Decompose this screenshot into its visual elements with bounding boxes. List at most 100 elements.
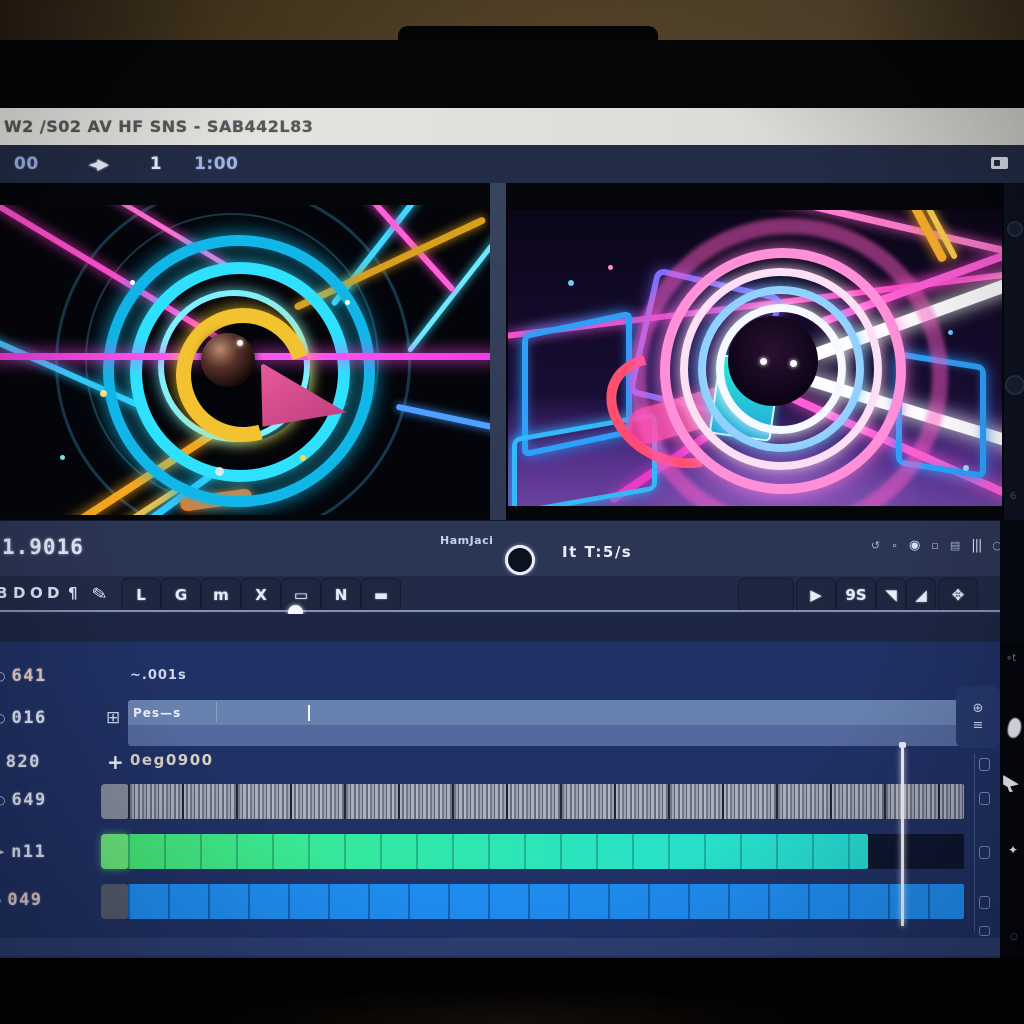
monitor-divider [490, 183, 506, 520]
track-label-2: 016 [11, 708, 46, 728]
bezel-knob-mid [1005, 375, 1024, 395]
right-bezel-strip: 6 [1004, 183, 1024, 520]
photo-of-screen: W2 /S02 AV HF SNS - SAB442L83 00 ◄▶ 1 1:… [0, 0, 1024, 1024]
square-icon[interactable]: ▫ [931, 540, 938, 551]
screen-bezel-top [0, 40, 1024, 108]
track-icon-2: ○ [0, 711, 5, 725]
track-row-label-5[interactable]: ➤ n11 [0, 842, 92, 862]
source-monitor-video[interactable] [0, 205, 490, 515]
video-track-swatch[interactable] [101, 784, 129, 819]
source-grid-icon[interactable]: ⊞ [106, 708, 120, 728]
track-label-5: n11 [11, 842, 46, 862]
video-track-clip[interactable] [128, 784, 964, 819]
tool-button-empty[interactable] [738, 578, 794, 612]
record-button[interactable] [505, 545, 535, 575]
track-row-label-3[interactable]: ⟩ 820 [0, 752, 92, 772]
tool-button-g[interactable]: G [161, 578, 201, 612]
transport-bar: 1.9016 HamJaci It T:5/s ↺ ∘ ◉ ▫ ▤ ||| ○ [0, 520, 1024, 577]
timeline-scale-label: ~.001s [130, 668, 187, 683]
timeline-ruler[interactable]: Pes—s [128, 700, 964, 746]
program-monitor-video[interactable] [508, 210, 1002, 506]
track-row-label-6[interactable]: ◗ 049 [0, 890, 92, 910]
playhead[interactable] [901, 748, 904, 926]
tool-button-l[interactable]: L [121, 578, 161, 612]
window-title: W2 /S02 AV HF SNS - SAB442L83 [4, 117, 313, 136]
add-circle-icon[interactable]: ⊕ [973, 702, 984, 715]
list-icon[interactable]: ≡ [973, 719, 984, 732]
tool-glyph-4[interactable]: D [47, 584, 59, 602]
audio-track-clip-green[interactable] [128, 834, 868, 869]
clip-label: HamJaci [440, 534, 493, 547]
corner-br-button[interactable]: ◢ [906, 578, 936, 612]
timeline-right-bezel [1000, 642, 1024, 958]
scroll-knob-2[interactable] [979, 792, 990, 805]
timecode-display[interactable]: 1.9016 [2, 535, 84, 559]
play-button[interactable]: ▶ [796, 578, 836, 612]
scroll-knob-1[interactable] [979, 758, 990, 771]
track-label-4: 649 [11, 790, 46, 810]
track-icon-5: ➤ [0, 845, 5, 859]
screen-bezel-bottom [0, 958, 1024, 1024]
ruler-faint-mark [216, 702, 217, 722]
tool-glyph-5[interactable]: ¶ [68, 584, 78, 602]
dot-icon[interactable]: ∘ [891, 540, 898, 551]
tool-button-n[interactable]: N [321, 578, 361, 612]
track-row-label-1[interactable]: ○ 641 [0, 666, 92, 686]
scroll-knob-5[interactable] [979, 926, 990, 936]
tools-gap-row [0, 614, 1024, 642]
info-left-value: 00 [14, 154, 39, 174]
bezel-reflection-a: ∘t [1006, 653, 1016, 664]
bezel-knob-top [1007, 221, 1023, 237]
add-track-icon[interactable]: + [107, 750, 124, 774]
scroll-knob-4[interactable] [979, 896, 990, 909]
track-row-label-4[interactable]: ○ 649 [0, 790, 92, 810]
move-button[interactable]: ✥ [938, 578, 978, 612]
panel-layout-icon[interactable] [991, 157, 1008, 169]
green-track-swatch[interactable] [101, 834, 129, 869]
track-row-label-2[interactable]: ○ 016 [0, 708, 92, 728]
blue-track-swatch[interactable] [101, 884, 129, 919]
bezel-glyph: 6 [1010, 491, 1016, 502]
ruler-tick-mark [308, 705, 310, 721]
band-right-bezel [1000, 520, 1024, 642]
tool-button-bar[interactable]: ▬ [361, 578, 401, 612]
grid-icon[interactable]: ▤ [950, 540, 960, 551]
tool-glyph-1[interactable]: B [0, 584, 7, 602]
track-label-1: 641 [11, 666, 46, 686]
transport-mini-icons: ↺ ∘ ◉ ▫ ▤ ||| ○ [871, 539, 1002, 552]
window-title-bar: W2 /S02 AV HF SNS - SAB442L83 [0, 108, 1024, 145]
track-icon-1: ○ [0, 669, 5, 683]
bezel-reflection-b: ○ [1010, 932, 1018, 942]
tool-button-m[interactable]: m [201, 578, 241, 612]
timeline-toolbox: ⊕ ≡ [956, 686, 1000, 748]
audio-track-clip-blue[interactable] [128, 884, 964, 919]
target-icon[interactable]: ◉ [909, 539, 920, 552]
segment-label: 0eg0900 [130, 751, 214, 769]
info-bar: 00 ◄▶ 1 1:00 [0, 145, 1024, 183]
tool-button-x[interactable]: X [241, 578, 281, 612]
tools-row: B D O D ¶ ✎ L G m X ▭ N ▬ ▶ 9S ◥ ◢ ✥ [0, 576, 1024, 614]
track-label-6: 049 [7, 890, 42, 910]
bezel-reflection-sparkle: ✦ [1008, 843, 1018, 857]
scroll-knob-3[interactable] [979, 846, 990, 859]
zoom-slider-track[interactable] [0, 610, 1002, 612]
track-icon-6: ◗ [0, 893, 1, 907]
pen-tool-icon[interactable]: ✎ [90, 583, 109, 606]
tool-glyph-2[interactable]: D [13, 584, 25, 602]
speed-button[interactable]: 9S [836, 578, 876, 612]
timeline-panel: ○ 641 ○ 016 ⟩ 820 ○ 649 ➤ n11 ◗ 049 ⊞ + [0, 642, 1024, 958]
track-number: 1 [150, 154, 162, 174]
duration-value: 1:00 [194, 154, 238, 174]
keyframe-icon[interactable]: ◄▶ [89, 155, 106, 173]
track-label-3: 820 [6, 752, 41, 772]
timeline-scrollbar[interactable] [974, 754, 975, 932]
loop-icon[interactable]: ↺ [871, 540, 880, 551]
tool-glyph-3[interactable]: O [30, 584, 43, 602]
ruler-label: Pes—s [133, 706, 181, 720]
track-icon-4: ○ [0, 793, 5, 807]
preview-monitors: 6 [0, 183, 1024, 520]
timeline-bottom-strip [0, 938, 1000, 956]
bars-icon[interactable]: ||| [971, 539, 981, 552]
rate-label: It T:5/s [562, 543, 632, 561]
corner-tl-button[interactable]: ◥ [876, 578, 906, 612]
